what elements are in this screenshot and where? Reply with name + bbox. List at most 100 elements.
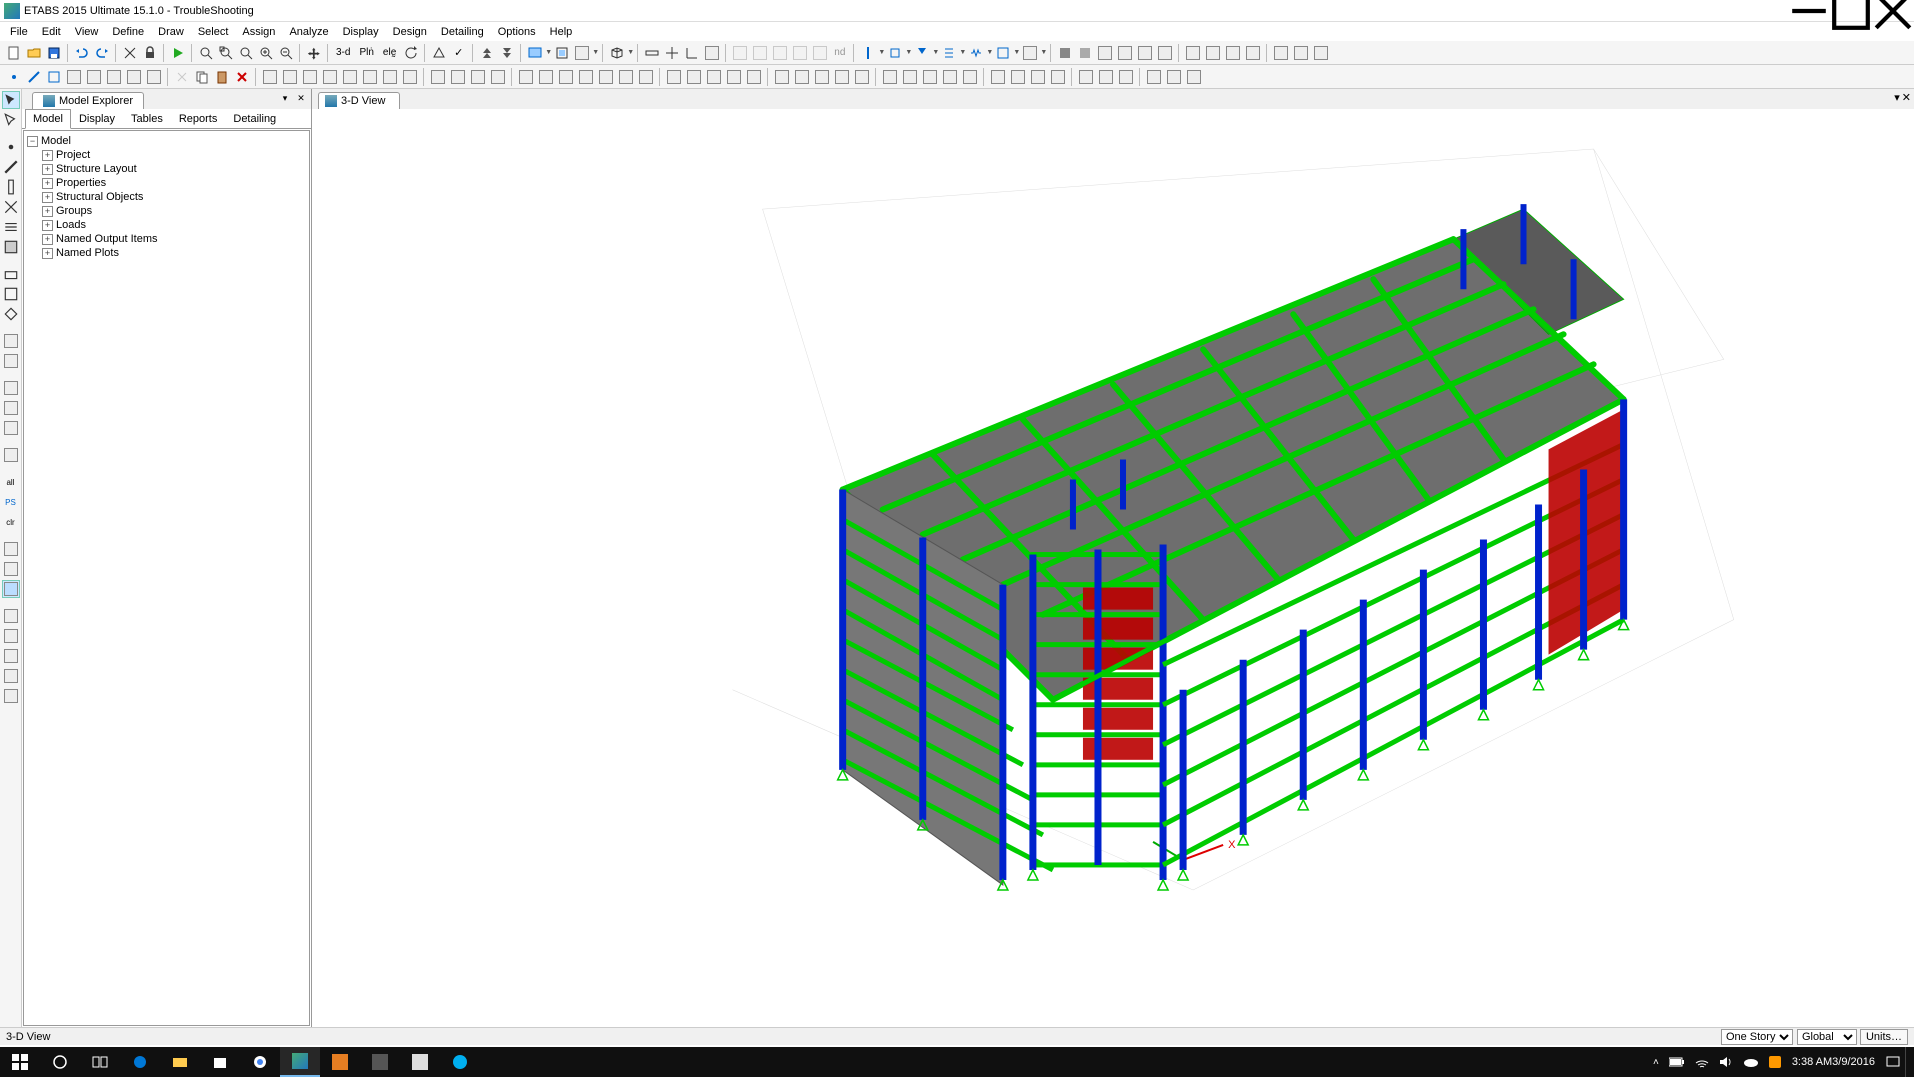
detail-4-icon[interactable]: [1243, 43, 1262, 62]
join-frame-icon[interactable]: [340, 67, 359, 86]
collapse-icon[interactable]: −: [27, 136, 38, 147]
app-task-3[interactable]: [400, 1047, 440, 1077]
perspective-icon[interactable]: [429, 43, 448, 62]
draw-poly-area-icon[interactable]: [2, 305, 20, 323]
trim-frame-icon[interactable]: [380, 67, 399, 86]
analysis-tool-3[interactable]: [556, 67, 575, 86]
view-close-icon[interactable]: ✕: [1902, 91, 1911, 104]
sel-by-group-icon[interactable]: [104, 67, 123, 86]
tab-detailing[interactable]: Detailing: [225, 109, 284, 128]
pan-icon[interactable]: [304, 43, 323, 62]
draw-wall-stack-icon[interactable]: [2, 332, 20, 350]
invert-view-icon[interactable]: [1048, 67, 1067, 86]
misc-t3-icon[interactable]: [1311, 43, 1330, 62]
sel-invert-icon[interactable]: [144, 67, 163, 86]
draw-brace-icon[interactable]: [2, 198, 20, 216]
sel-line-icon[interactable]: [24, 67, 43, 86]
expand-icon[interactable]: +: [42, 192, 53, 203]
menu-analyze[interactable]: Analyze: [282, 24, 335, 40]
expand-icon[interactable]: +: [42, 220, 53, 231]
display-loads-1[interactable]: [664, 67, 683, 86]
display-loads-5[interactable]: [744, 67, 763, 86]
select-object-icon[interactable]: [2, 580, 20, 598]
delete-icon[interactable]: [232, 67, 251, 86]
design-tool-4[interactable]: [832, 67, 851, 86]
extend-frame-icon[interactable]: [360, 67, 379, 86]
menu-detailing[interactable]: Detailing: [434, 24, 491, 40]
menu-file[interactable]: File: [3, 24, 35, 40]
maximize-button[interactable]: [1830, 0, 1872, 22]
zoom-extents-icon[interactable]: [216, 43, 235, 62]
menu-help[interactable]: Help: [543, 24, 580, 40]
file-explorer-icon[interactable]: [160, 1047, 200, 1077]
draw-wall-quick-icon[interactable]: [2, 352, 20, 370]
mesh-area-icon[interactable]: [428, 67, 447, 86]
tray-clock[interactable]: 3:38 AM 3/9/2016: [1786, 1047, 1881, 1077]
tray-onedrive-icon[interactable]: [1738, 1047, 1764, 1077]
tree-item-structure-layout[interactable]: +Structure Layout: [42, 162, 306, 176]
snap-perp-icon[interactable]: [940, 67, 959, 86]
menu-select[interactable]: Select: [191, 24, 236, 40]
draw-beam-icon[interactable]: [2, 158, 20, 176]
misc-draw-2[interactable]: [2, 627, 20, 645]
tree-item-project[interactable]: +Project: [42, 148, 306, 162]
show-all-icon[interactable]: [1028, 67, 1047, 86]
connect-icon[interactable]: [488, 67, 507, 86]
move-icon[interactable]: [280, 67, 299, 86]
close-button[interactable]: [1872, 0, 1914, 22]
composite-column-icon[interactable]: [1115, 43, 1134, 62]
misc-draw-3[interactable]: [2, 647, 20, 665]
menu-design[interactable]: Design: [386, 24, 434, 40]
zoom-out-icon[interactable]: [276, 43, 295, 62]
menu-draw[interactable]: Draw: [151, 24, 191, 40]
tab-reports[interactable]: Reports: [171, 109, 226, 128]
menu-edit[interactable]: Edit: [35, 24, 68, 40]
draw-secondary-icon[interactable]: [2, 218, 20, 236]
show-desktop-button[interactable]: [1905, 1047, 1910, 1077]
expand-icon[interactable]: +: [42, 248, 53, 259]
ps-tool-icon[interactable]: PS: [2, 493, 20, 511]
detail-2-icon[interactable]: [1203, 43, 1222, 62]
analysis-tool-5[interactable]: [596, 67, 615, 86]
sel-link-icon[interactable]: [84, 67, 103, 86]
assign-misc-icon[interactable]: [1020, 43, 1039, 62]
units-button[interactable]: Units…: [1860, 1029, 1908, 1045]
analysis-tool-7[interactable]: [636, 67, 655, 86]
app-task-1[interactable]: [320, 1047, 360, 1077]
panel-menu-icon[interactable]: ▾: [278, 91, 292, 105]
expand-icon[interactable]: +: [42, 164, 53, 175]
draw-rect-area-icon[interactable]: [2, 285, 20, 303]
cube-icon[interactable]: [607, 43, 626, 62]
sel-all-icon[interactable]: [124, 67, 143, 86]
start-button[interactable]: [0, 1047, 40, 1077]
panel-close-icon[interactable]: ✕: [294, 91, 308, 105]
detail-1-icon[interactable]: [1183, 43, 1202, 62]
misc-draw-4[interactable]: [2, 667, 20, 685]
intersecting-poly-icon[interactable]: [2, 560, 20, 578]
end-tool-2[interactable]: [1164, 67, 1183, 86]
model-tree[interactable]: − Model +Project +Structure Layout +Prop…: [23, 130, 310, 1026]
view-elev-button[interactable]: elḛ: [379, 43, 400, 62]
cortana-icon[interactable]: [40, 1047, 80, 1077]
wall-design-icon[interactable]: [1155, 43, 1174, 62]
assign-area-icon[interactable]: [939, 43, 958, 62]
analysis-tool-6[interactable]: [616, 67, 635, 86]
misc-draw-1[interactable]: [2, 607, 20, 625]
skype-icon[interactable]: [440, 1047, 480, 1077]
named-view-icon[interactable]: [702, 43, 721, 62]
display-options-icon[interactable]: [572, 43, 591, 62]
assign-frame-icon[interactable]: [858, 43, 877, 62]
detail-3-icon[interactable]: [1223, 43, 1242, 62]
design-tool-3[interactable]: [812, 67, 831, 86]
view-3d-button[interactable]: 3-d: [332, 43, 354, 62]
zoom-in-icon[interactable]: [256, 43, 275, 62]
misc-t1-icon[interactable]: [1271, 43, 1290, 62]
display-loads-2[interactable]: [684, 67, 703, 86]
results-3-icon[interactable]: [1116, 67, 1135, 86]
results-2-icon[interactable]: [1096, 67, 1115, 86]
menu-options[interactable]: Options: [491, 24, 543, 40]
reshape-tool-icon[interactable]: [2, 111, 20, 129]
tab-display[interactable]: Display: [71, 109, 123, 128]
menu-display[interactable]: Display: [336, 24, 386, 40]
end-tool-1[interactable]: [1144, 67, 1163, 86]
